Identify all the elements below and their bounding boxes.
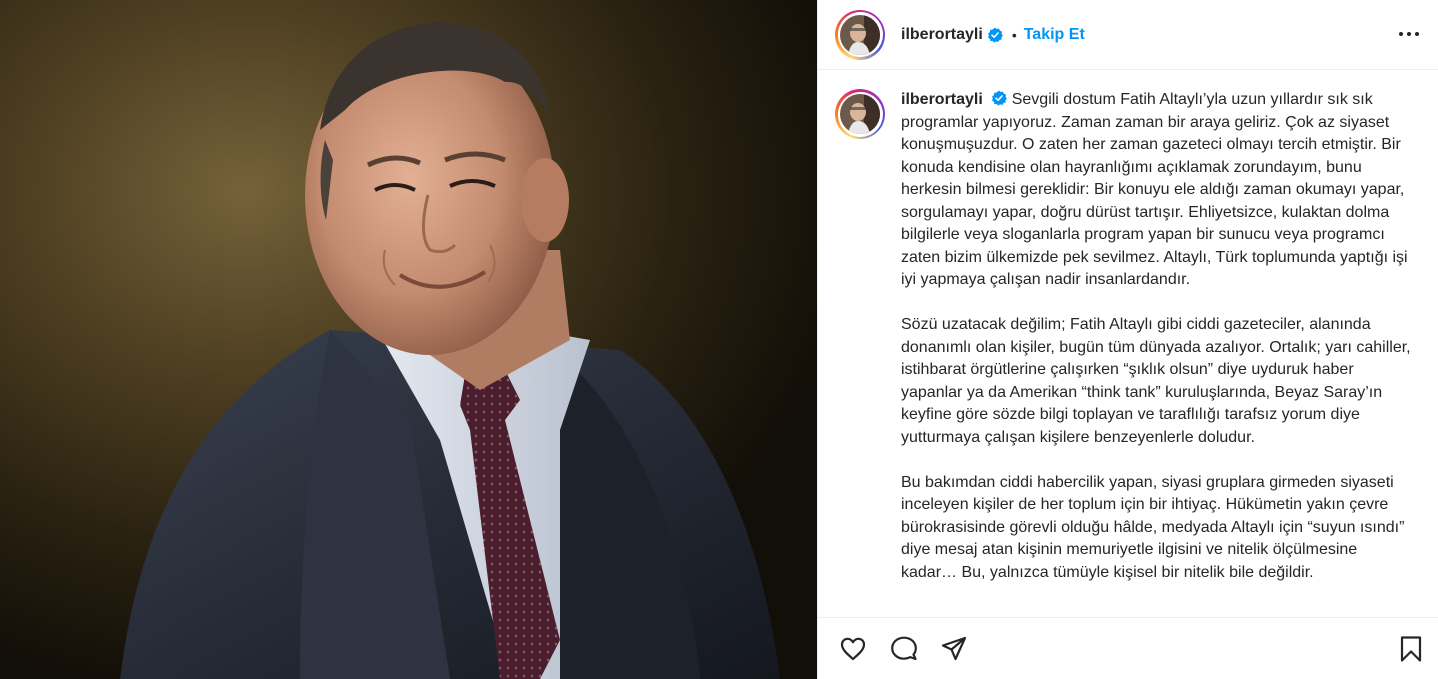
caption-paragraph: Bu bakımdan ciddi habercilik yapan, siya… — [901, 473, 1405, 581]
caption-text: ilberortayli Sevgili dostum Fatih Altayl… — [901, 89, 1416, 607]
verified-badge-icon — [987, 27, 1003, 43]
caption-avatar[interactable] — [835, 89, 885, 139]
avatar-frame — [837, 91, 883, 137]
action-bar — [818, 617, 1438, 679]
avatar[interactable] — [835, 9, 885, 60]
caption-paragraph: Sevgili dostum Fatih Altaylı’yla uzun yı… — [901, 91, 1408, 288]
separator-dot: • — [1011, 26, 1017, 43]
post-sidebar: ilberortayli • Takip Et ilberortayli Sev… — [817, 0, 1438, 679]
verified-badge-icon — [992, 90, 1008, 106]
comment-icon[interactable] — [890, 635, 918, 663]
caption-row: ilberortayli Sevgili dostum Fatih Altayl… — [835, 89, 1422, 607]
post-header: ilberortayli • Takip Et — [818, 0, 1438, 70]
avatar-image — [840, 94, 880, 134]
instagram-post: ilberortayli • Takip Et ilberortayli Sev… — [0, 0, 1438, 679]
post-photo[interactable] — [0, 0, 817, 679]
caption-username[interactable]: ilberortayli — [901, 91, 983, 108]
more-options-icon[interactable] — [1397, 24, 1421, 44]
portrait-image — [0, 0, 817, 679]
bookmark-icon[interactable] — [1397, 635, 1425, 663]
share-icon[interactable] — [940, 635, 968, 663]
avatar-frame — [837, 12, 883, 57]
caption-area[interactable]: ilberortayli Sevgili dostum Fatih Altayl… — [818, 71, 1438, 616]
follow-button[interactable]: Takip Et — [1024, 26, 1085, 44]
avatar-image — [840, 14, 880, 55]
header-username[interactable]: ilberortayli — [901, 26, 983, 44]
caption-paragraph-1-wrap: ilberortayli Sevgili dostum Fatih Altayl… — [901, 89, 1416, 292]
caption-paragraph: Sözü uzatacak değilim; Fatih Altaylı gib… — [901, 316, 1411, 446]
heart-icon[interactable] — [839, 635, 867, 663]
